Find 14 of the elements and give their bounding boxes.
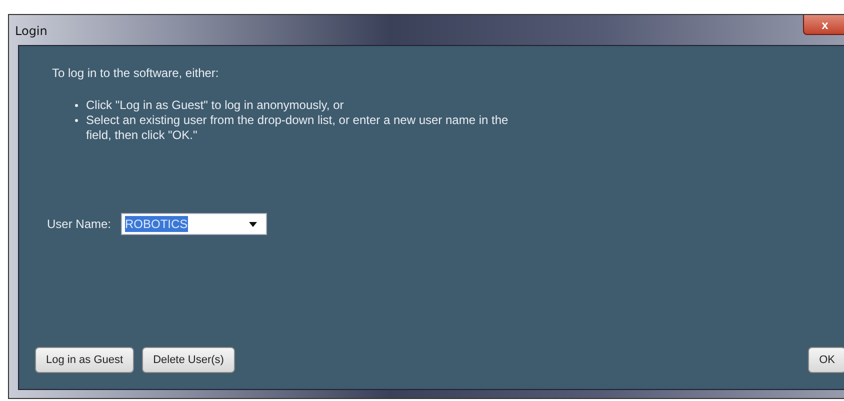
bullet-icon <box>75 119 78 122</box>
field-value: ROBOTICS <box>125 216 188 232</box>
window-title: Login <box>15 24 48 38</box>
field-label: User Name: <box>47 217 112 231</box>
close-button[interactable]: x <box>803 15 844 35</box>
bullet-icon <box>75 104 78 107</box>
dialog-button[interactable]: OK <box>808 347 844 373</box>
instruction-text: To log in to the software, either: <box>52 66 220 80</box>
user-name-dropdown[interactable]: ROBOTICS <box>121 213 268 235</box>
dialog-button[interactable]: Log in as Guest <box>35 347 134 373</box>
dialog-button[interactable]: Delete User(s) <box>142 347 235 373</box>
caret-icon <box>249 222 258 226</box>
instruction-text: Select an existing user from the drop-down list, or enter a new user name in the field, then click "OK." <box>86 113 510 143</box>
instruction-text: Click "Log in as Guest" to log in anonymously, or <box>86 98 344 113</box>
